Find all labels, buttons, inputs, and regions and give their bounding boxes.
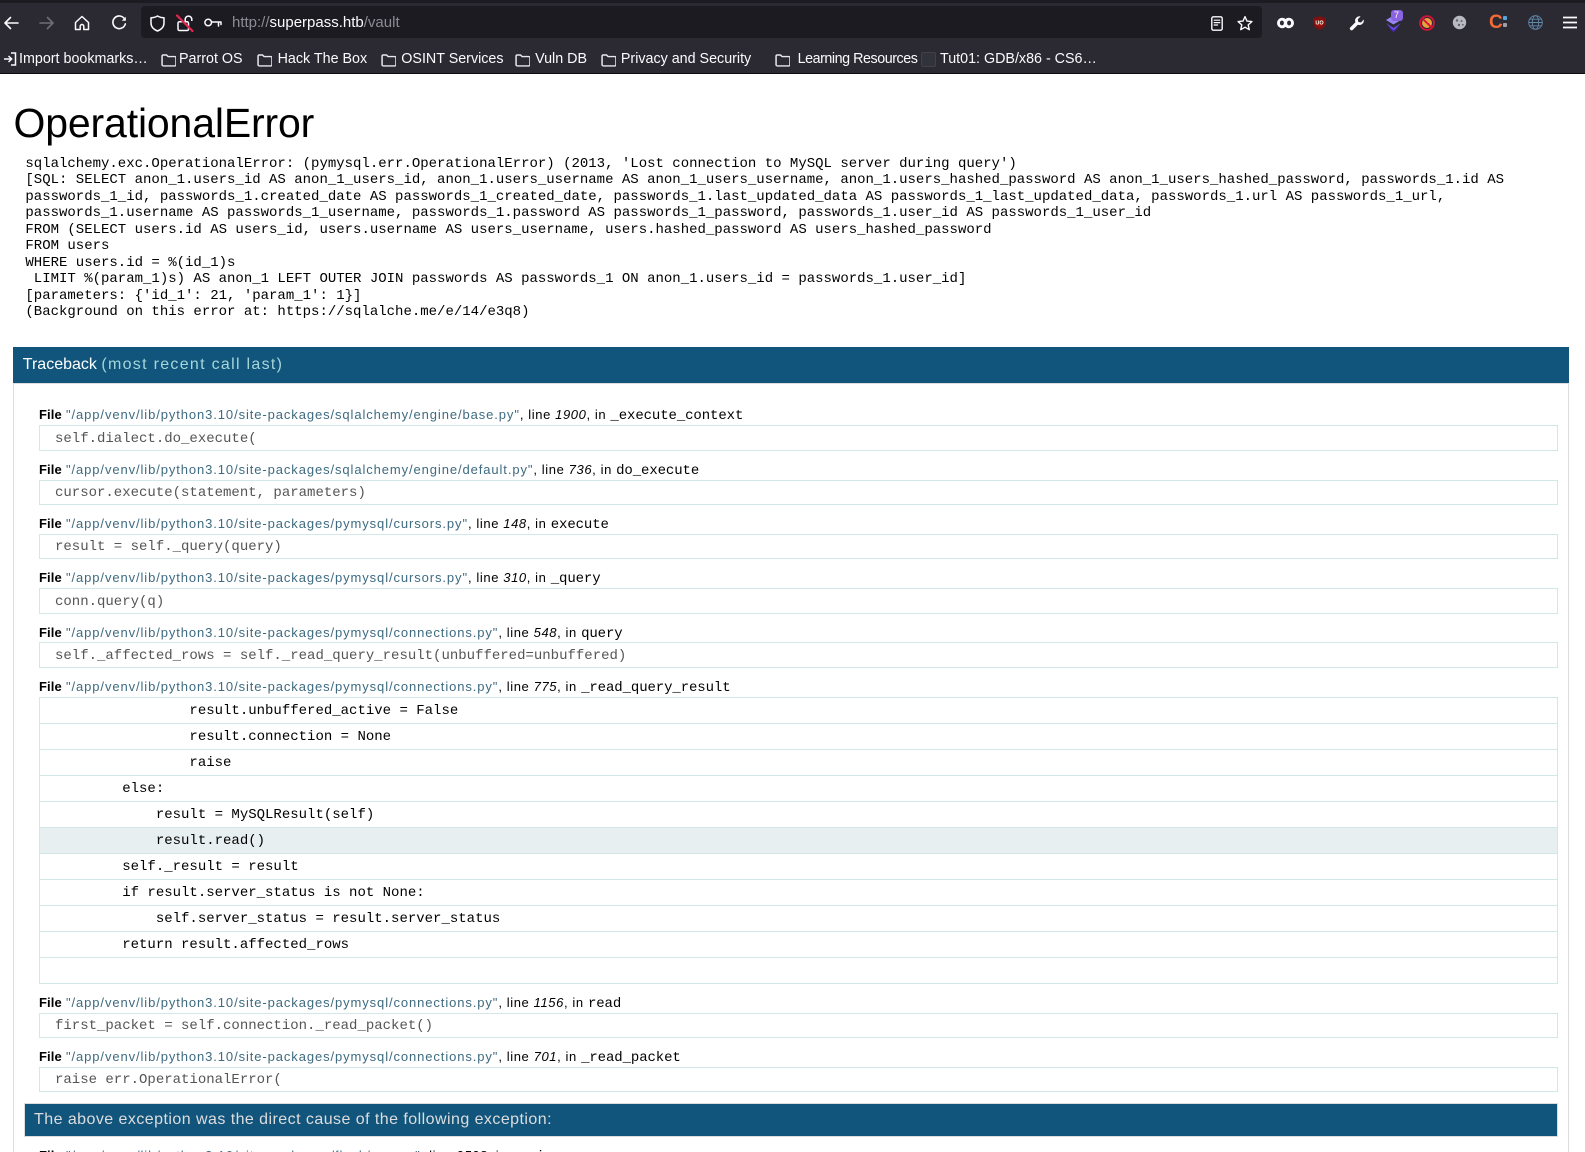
svg-text:UO: UO [1315, 21, 1324, 27]
